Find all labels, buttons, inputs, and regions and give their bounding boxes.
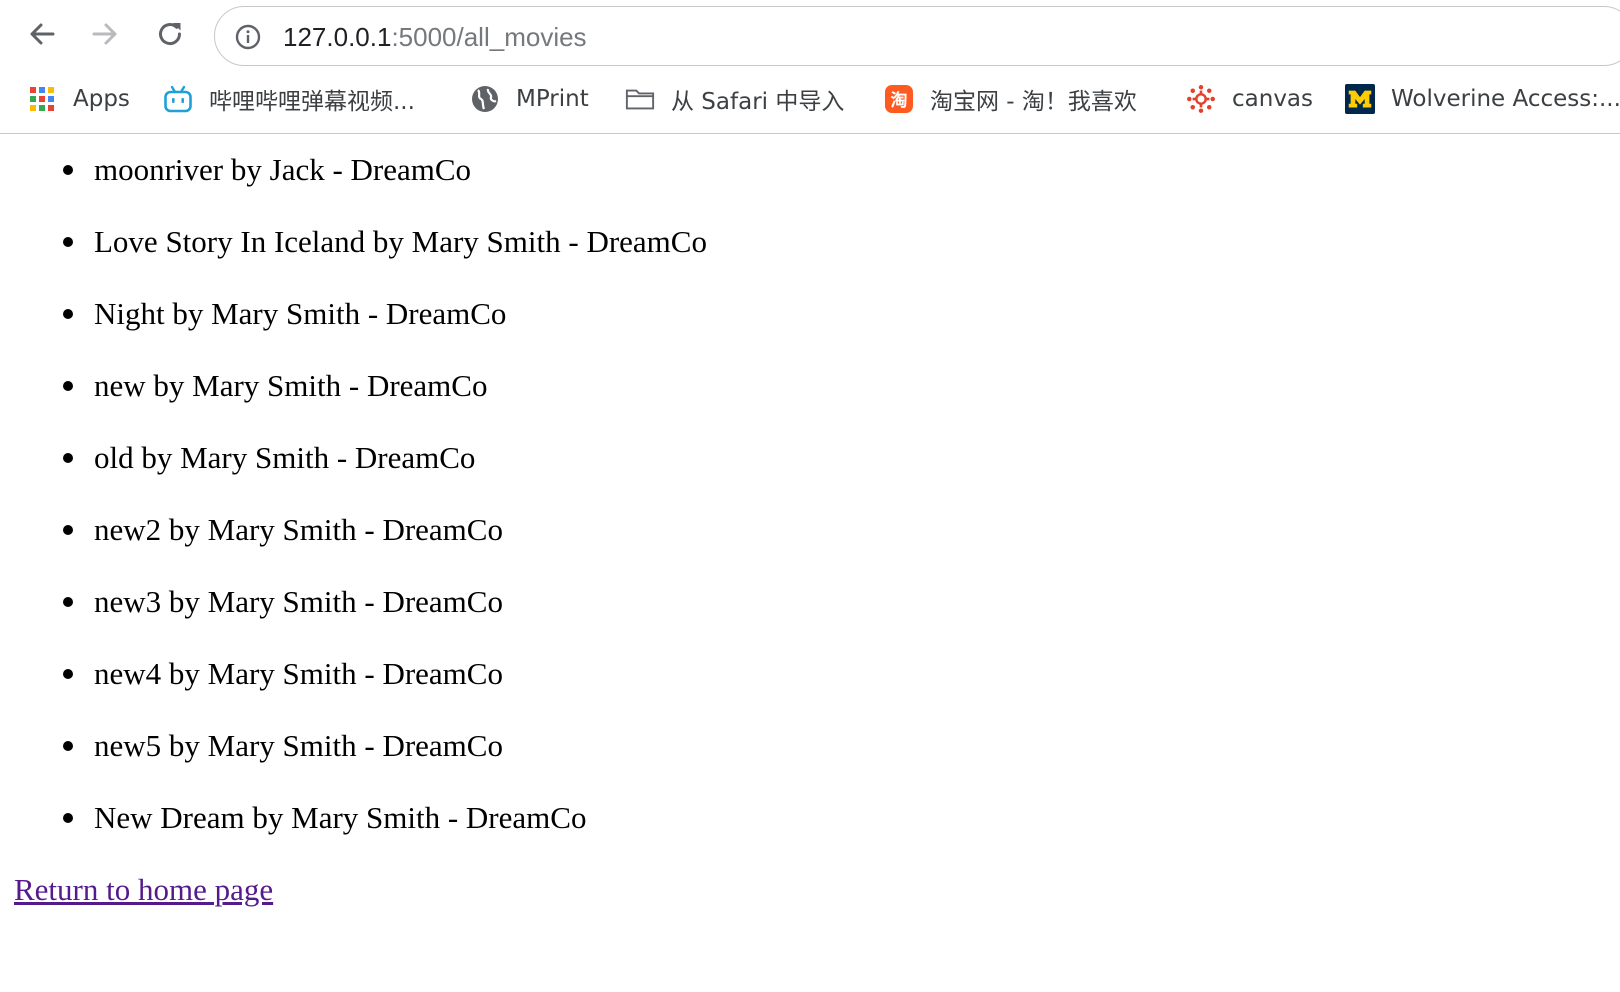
movie-text: moonriver by Jack - DreamCo: [94, 152, 472, 187]
bullet: [63, 453, 73, 463]
movie-text: new4 by Mary Smith - DreamCo: [94, 656, 503, 691]
bullet: [63, 597, 73, 607]
movie-list-item: new5 by Mary Smith - DreamCo: [63, 726, 503, 766]
svg-text:淘: 淘: [891, 90, 908, 111]
browser-toolbar: 127.0.0.1:5000/all_movies: [0, 0, 1620, 68]
bullet: [63, 237, 73, 247]
movie-list-item: Night by Mary Smith - DreamCo: [63, 294, 507, 334]
movie-list-item: moonriver by Jack - DreamCo: [63, 150, 472, 190]
bullet: [63, 525, 73, 535]
movie-text: Night by Mary Smith - DreamCo: [94, 296, 507, 331]
bullet: [63, 669, 73, 679]
bullet: [63, 165, 73, 175]
back-arrow-icon: [30, 23, 55, 45]
bookmark-label: 哔哩哔哩弹幕视频...: [209, 89, 415, 115]
movie-list-item: new4 by Mary Smith - DreamCo: [63, 654, 503, 694]
bookmark-label: canvas: [1232, 86, 1314, 112]
bullet: [63, 381, 73, 391]
bookmark-label: 从 Safari 中导入: [671, 89, 845, 115]
movie-list-item: Love Story In Iceland by Mary Smith - Dr…: [63, 222, 707, 262]
movie-list-item: new by Mary Smith - DreamCo: [63, 366, 488, 406]
forward-button[interactable]: [83, 12, 127, 56]
movie-list-item: New Dream by Mary Smith - DreamCo: [63, 798, 587, 838]
movie-text: new5 by Mary Smith - DreamCo: [94, 728, 503, 763]
bookmark-apps[interactable]: Apps: [27, 81, 130, 117]
bookmark-mprint[interactable]: MPrint: [470, 81, 589, 117]
movie-list-item: old by Mary Smith - DreamCo: [63, 438, 476, 478]
bookmark-label: MPrint: [516, 86, 589, 112]
bookmark-bilibili[interactable]: 哔哩哔哩弹幕视频...: [163, 81, 415, 117]
folder-icon: [625, 84, 655, 114]
page-content: moonriver by Jack - DreamCo Love Story I…: [0, 134, 1620, 992]
bullet: [63, 309, 73, 319]
movie-text: Love Story In Iceland by Mary Smith - Dr…: [94, 224, 707, 259]
apps-grid-icon: [27, 84, 57, 114]
michigan-m-icon: [1345, 84, 1375, 114]
movie-text: new2 by Mary Smith - DreamCo: [94, 512, 503, 547]
movie-list-item: new3 by Mary Smith - DreamCo: [63, 582, 503, 622]
bullet: [63, 813, 73, 823]
bookmarks-bar: Apps 哔哩哔哩弹幕视频... MPrint 从 Safari 中导入 淘 淘…: [0, 68, 1620, 134]
address-bar[interactable]: 127.0.0.1:5000/all_movies: [214, 6, 1620, 66]
url-path: :5000/all_movies: [391, 22, 587, 52]
forward-arrow-icon: [92, 23, 117, 45]
bookmark-taobao[interactable]: 淘 淘宝网 - 淘！我喜欢: [884, 81, 1137, 117]
bookmark-wolverine-access[interactable]: Wolverine Access:...: [1345, 81, 1620, 117]
movie-text: new3 by Mary Smith - DreamCo: [94, 584, 503, 619]
globe-icon: [470, 84, 500, 114]
info-icon[interactable]: [235, 24, 261, 50]
canvas-icon: [1186, 84, 1216, 114]
taobao-icon: 淘: [884, 84, 914, 114]
bookmark-label: 淘宝网 - 淘！我喜欢: [930, 89, 1137, 115]
movie-list-item: new2 by Mary Smith - DreamCo: [63, 510, 503, 550]
return-home-link[interactable]: Return to home page: [14, 870, 273, 910]
bullet: [63, 741, 73, 751]
url-text[interactable]: 127.0.0.1:5000/all_movies: [283, 21, 587, 53]
bookmark-label: Apps: [73, 86, 130, 112]
bookmark-label: Wolverine Access:...: [1391, 86, 1620, 112]
movie-text: New Dream by Mary Smith - DreamCo: [94, 800, 587, 835]
reload-button[interactable]: [148, 12, 192, 56]
movie-text: new by Mary Smith - DreamCo: [94, 368, 488, 403]
bookmark-canvas[interactable]: canvas: [1186, 81, 1313, 117]
bookmark-safari-import[interactable]: 从 Safari 中导入: [625, 81, 844, 117]
url-host: 127.0.0.1: [283, 22, 392, 52]
bilibili-icon: [163, 84, 193, 114]
back-button[interactable]: [20, 12, 64, 56]
movie-text: old by Mary Smith - DreamCo: [94, 440, 476, 475]
reload-icon: [159, 23, 182, 46]
